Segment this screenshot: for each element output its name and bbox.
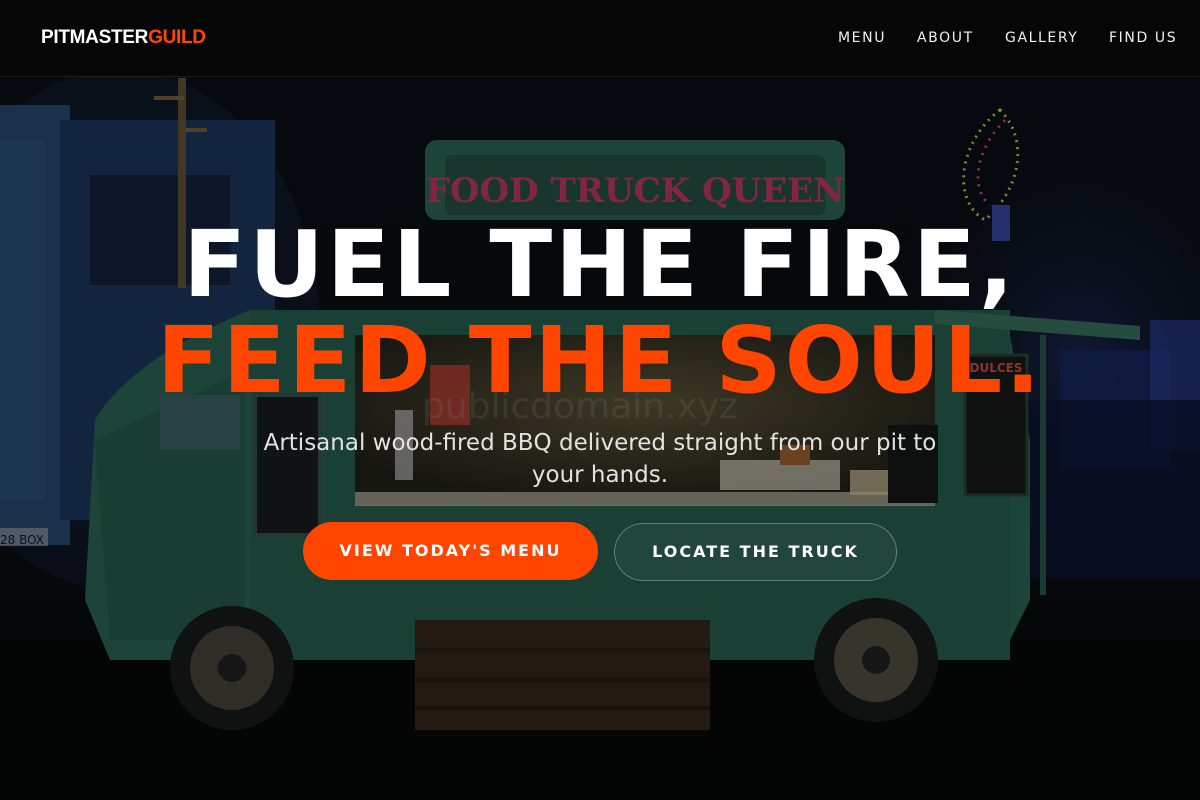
nav-link-gallery[interactable]: GALLERY bbox=[1005, 29, 1078, 47]
locate-truck-button[interactable]: LOCATE THE TRUCK bbox=[614, 523, 897, 581]
top-navbar: PITMASTERGUILD MENU ABOUT GALLERY FIND U… bbox=[0, 0, 1200, 77]
view-menu-button[interactable]: VIEW TODAY'S MENU bbox=[303, 522, 598, 580]
hero-headline-line1: FUEL THE FIRE, bbox=[183, 211, 1017, 318]
logo-text-primary: PITMASTER bbox=[41, 27, 149, 48]
logo-text-accent: GUILD bbox=[148, 27, 206, 48]
logo[interactable]: PITMASTERGUILD bbox=[41, 27, 206, 49]
hero-headline-line2: FEED THE SOUL. bbox=[156, 307, 1044, 414]
nav-link-find-us[interactable]: FIND US bbox=[1109, 29, 1177, 47]
nav-link-menu[interactable]: MENU bbox=[838, 29, 886, 47]
hero-section: FUEL THE FIRE, FEED THE SOUL. Artisanal … bbox=[0, 0, 1200, 800]
hero-subtitle: Artisanal wood-fired BBQ delivered strai… bbox=[263, 430, 937, 488]
nav-link-about[interactable]: ABOUT bbox=[917, 29, 974, 47]
